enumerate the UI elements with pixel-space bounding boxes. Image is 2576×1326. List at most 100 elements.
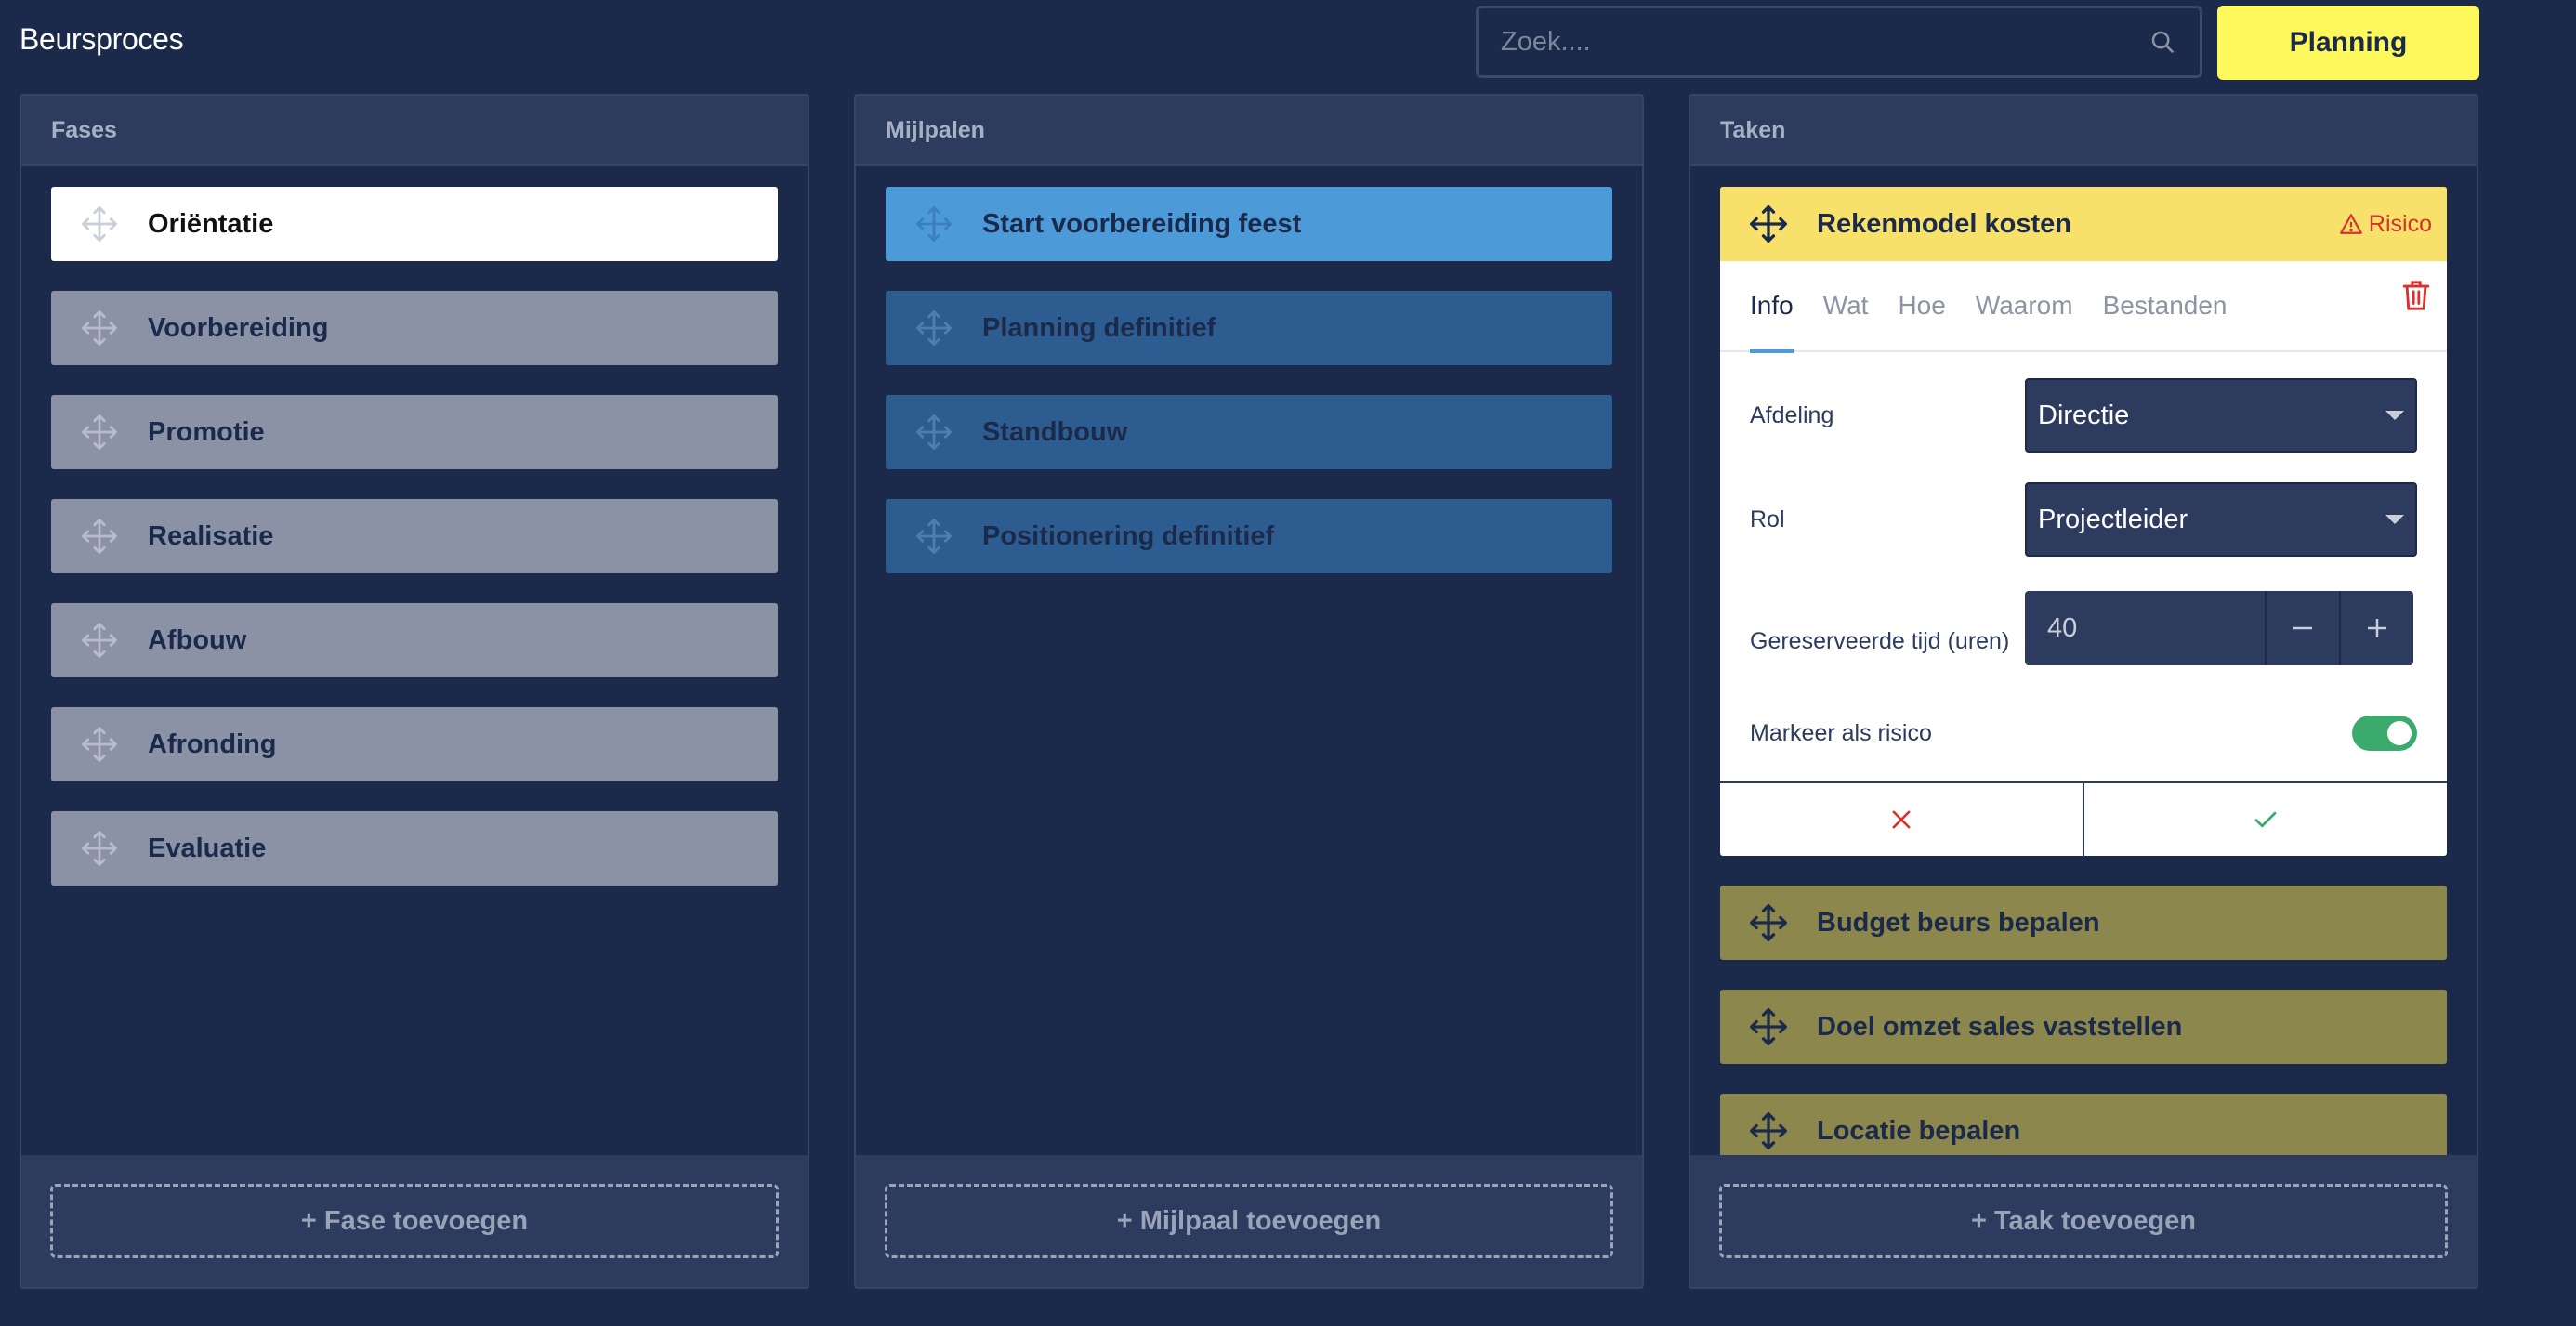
risk-label: Risico [2368, 210, 2432, 237]
tijd-row: Gereserveerde tijd (uren) 40 [1720, 571, 2447, 685]
milestone-label: Standbouw [982, 416, 1128, 447]
card-actions [1720, 781, 2447, 856]
risk-toggle[interactable] [2352, 716, 2417, 751]
plus-icon[interactable] [2339, 591, 2413, 665]
move-icon[interactable] [51, 621, 148, 660]
move-icon[interactable] [51, 517, 148, 556]
cancel-button[interactable] [1720, 783, 2083, 856]
risico-label: Markeer als risico [1750, 719, 1932, 746]
tab-waarom[interactable]: Waarom [1976, 260, 2073, 351]
milestone-item[interactable]: Start voorbereiding feest [886, 187, 1612, 261]
milestone-label: Start voorbereiding feest [982, 208, 1302, 239]
close-icon [1892, 810, 1911, 829]
task-title: Rekenmodel kosten [1817, 208, 2071, 239]
rol-row: Rol Projectleider [1720, 467, 2447, 571]
move-icon[interactable] [1720, 203, 1817, 244]
afdeling-label: Afdeling [1750, 401, 1834, 428]
phase-label: Promotie [148, 416, 265, 447]
task-tabs: Info Wat Hoe Waarom Bestanden [1720, 260, 2447, 353]
caret-down-icon [2385, 515, 2404, 524]
task-item[interactable]: Budget beurs bepalen [1720, 886, 2447, 960]
move-icon[interactable] [1720, 1006, 1817, 1047]
move-icon[interactable] [886, 204, 982, 243]
mijlpalen-footer: + Mijlpaal toevoegen [856, 1155, 1642, 1287]
phase-label: Oriëntatie [148, 208, 274, 239]
phase-item[interactable]: Voorbereiding [51, 291, 778, 365]
check-icon [2254, 811, 2277, 828]
planning-button[interactable]: Planning [2217, 6, 2479, 80]
phase-label: Realisatie [148, 520, 274, 551]
move-icon[interactable] [51, 204, 148, 243]
tab-info[interactable]: Info [1750, 260, 1794, 353]
taken-footer: + Taak toevoegen [1690, 1155, 2477, 1287]
milestone-label: Positionering definitief [982, 520, 1275, 551]
move-icon[interactable] [51, 309, 148, 348]
trash-icon[interactable] [2400, 278, 2432, 318]
afdeling-select[interactable]: Directie [2025, 378, 2417, 453]
move-icon[interactable] [1720, 902, 1817, 943]
caret-down-icon [2385, 411, 2404, 420]
task-label: Budget beurs bepalen [1817, 907, 2100, 938]
task-label: Doel omzet sales vaststellen [1817, 1011, 2183, 1042]
move-icon[interactable] [886, 309, 982, 348]
risico-row: Markeer als risico [1720, 685, 2447, 781]
mijlpalen-list: Start voorbereiding feest Planning defin… [856, 166, 1642, 1155]
milestone-item[interactable]: Positionering definitief [886, 499, 1612, 573]
taken-column: Taken Rekenmodel kosten Risico Info Wat … [1689, 94, 2478, 1289]
minus-icon[interactable] [2265, 591, 2339, 665]
tab-hoe[interactable]: Hoe [1898, 260, 1945, 351]
search-icon[interactable] [2125, 28, 2200, 56]
rol-label: Rol [1750, 505, 1785, 532]
phase-item[interactable]: Evaluatie [51, 811, 778, 886]
rol-select[interactable]: Projectleider [2025, 482, 2417, 557]
add-milestone-button[interactable]: + Mijlpaal toevoegen [885, 1184, 1613, 1258]
fases-header: Fases [21, 96, 808, 166]
task-item[interactable]: Doel omzet sales vaststellen [1720, 990, 2447, 1064]
phase-label: Afronding [148, 729, 277, 759]
phase-label: Evaluatie [148, 833, 267, 863]
move-icon[interactable] [886, 413, 982, 452]
tab-bestanden[interactable]: Bestanden [2103, 260, 2228, 351]
milestone-item[interactable]: Planning definitief [886, 291, 1612, 365]
phase-item[interactable]: Realisatie [51, 499, 778, 573]
phase-item[interactable]: Afbouw [51, 603, 778, 677]
taken-list: Rekenmodel kosten Risico Info Wat Hoe Wa… [1690, 166, 2477, 1155]
tijd-label: Gereserveerde tijd (uren) [1750, 627, 2010, 654]
milestone-item[interactable]: Standbouw [886, 395, 1612, 469]
tab-wat[interactable]: Wat [1823, 260, 1869, 351]
add-task-button[interactable]: + Taak toevoegen [1719, 1184, 2448, 1258]
fases-footer: + Fase toevoegen [21, 1155, 808, 1287]
milestone-label: Planning definitief [982, 312, 1216, 343]
afdeling-value: Directie [2038, 400, 2130, 430]
selected-task-header[interactable]: Rekenmodel kosten Risico [1720, 187, 2447, 261]
task-label: Locatie bepalen [1817, 1115, 2021, 1146]
move-icon[interactable] [51, 829, 148, 868]
phase-item[interactable]: Promotie [51, 395, 778, 469]
phase-item[interactable]: Oriëntatie [51, 187, 778, 261]
warning-icon [2340, 214, 2362, 234]
risk-badge: Risico [2339, 211, 2447, 238]
confirm-button[interactable] [2083, 783, 2447, 856]
move-icon[interactable] [51, 725, 148, 764]
selected-task-card: Rekenmodel kosten Risico Info Wat Hoe Wa… [1720, 187, 2447, 856]
task-item[interactable]: Locatie bepalen [1720, 1094, 2447, 1155]
move-icon[interactable] [51, 413, 148, 452]
fases-list: Oriëntatie Voorbereiding Promotie Realis… [21, 166, 808, 1155]
mijlpalen-column: Mijlpalen Start voorbereiding feest Plan… [854, 94, 1644, 1289]
add-phase-button[interactable]: + Fase toevoegen [50, 1184, 779, 1258]
move-icon[interactable] [1720, 1110, 1817, 1151]
search-bar [1476, 6, 2202, 78]
move-icon[interactable] [886, 517, 982, 556]
mijlpalen-header: Mijlpalen [856, 96, 1642, 166]
tijd-value[interactable]: 40 [2025, 613, 2265, 644]
phase-item[interactable]: Afronding [51, 707, 778, 781]
search-input[interactable] [1479, 8, 2125, 75]
phase-label: Afbouw [148, 624, 247, 655]
taken-header: Taken [1690, 96, 2477, 166]
afdeling-row: Afdeling Directie [1720, 363, 2447, 467]
fases-column: Fases Oriëntatie Voorbereiding Promotie … [20, 94, 809, 1289]
phase-label: Voorbereiding [148, 312, 329, 343]
rol-value: Projectleider [2038, 504, 2188, 534]
app-title: Beursproces [20, 22, 184, 56]
tijd-stepper: 40 [2025, 591, 2413, 665]
